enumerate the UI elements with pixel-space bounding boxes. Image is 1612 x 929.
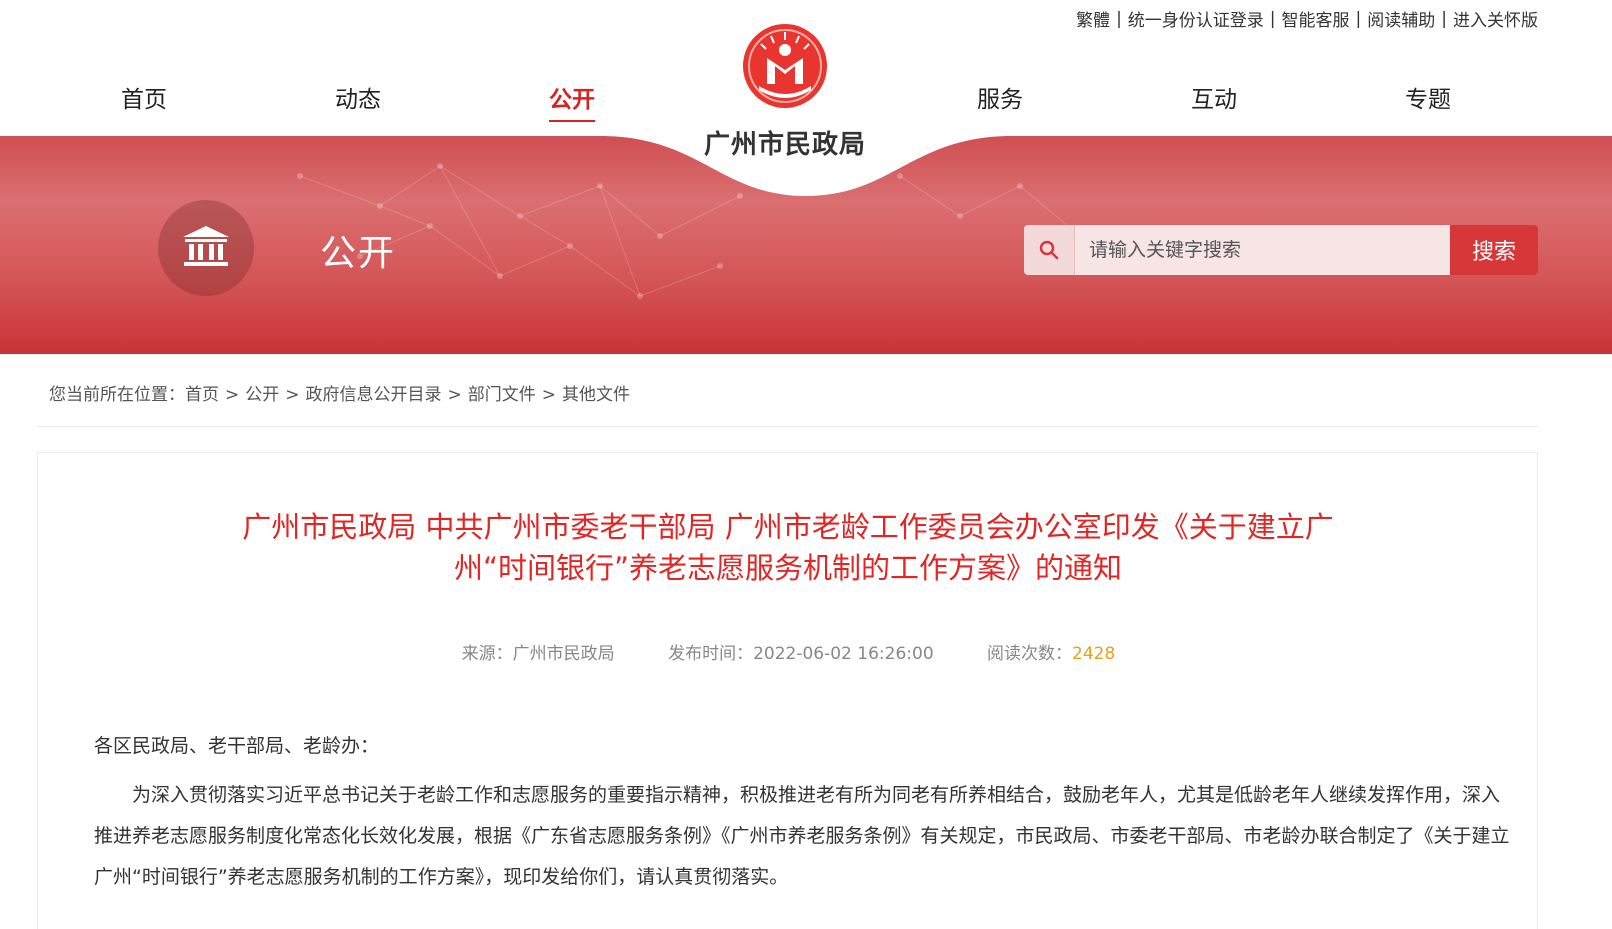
article-meta: 来源：广州市民政局 发布时间：2022-06-02 16:26:00 阅读次数：… bbox=[38, 639, 1539, 664]
article-title: 广州市民政局 中共广州市委老干部局 广州市老龄工作委员会办公室印发《关于建立广 … bbox=[198, 507, 1378, 589]
reading-assist-link[interactable]: 阅读辅助 bbox=[1367, 6, 1435, 31]
government-building-icon bbox=[181, 224, 231, 272]
breadcrumb-catalog[interactable]: 政府信息公开目录 bbox=[306, 385, 442, 405]
article-title-line1: 广州市民政局 中共广州市委老干部局 广州市老龄工作委员会办公室印发《关于建立广 bbox=[242, 510, 1334, 544]
article-paragraph: 为深入贯彻落实习近平总书记关于老龄工作和志愿服务的重要指示精神，积极推进老有所为… bbox=[94, 784, 1510, 888]
article-card: 广州市民政局 中共广州市委老干部局 广州市老龄工作委员会办公室印发《关于建立广 … bbox=[37, 452, 1538, 929]
nav-home[interactable]: 首页 bbox=[84, 80, 204, 114]
logo-text: 广州市民政局 bbox=[703, 130, 866, 160]
breadcrumb-separator: > bbox=[285, 385, 300, 405]
search-button[interactable]: 搜索 bbox=[1450, 225, 1538, 275]
nav-open[interactable]: 公开 bbox=[512, 80, 632, 122]
search-icon[interactable] bbox=[1024, 225, 1075, 275]
breadcrumb-divider bbox=[37, 426, 1538, 427]
view-count: 2428 bbox=[1072, 644, 1116, 664]
breadcrumb-separator: > bbox=[541, 385, 556, 405]
breadcrumb-separator: > bbox=[225, 385, 240, 405]
breadcrumb-separator: > bbox=[447, 385, 462, 405]
search-box: 搜索 bbox=[1024, 225, 1538, 275]
article-title-line2: 州“时间银行”养老志愿服务机制的工作方案》的通知 bbox=[453, 551, 1123, 585]
separator: | bbox=[1355, 8, 1362, 29]
nav-topics[interactable]: 专题 bbox=[1368, 80, 1488, 114]
separator: | bbox=[1441, 8, 1447, 29]
breadcrumb-open[interactable]: 公开 bbox=[245, 385, 279, 405]
site-logo[interactable]: 广州市民政局 bbox=[690, 22, 880, 161]
article-source: 来源：广州市民政局 bbox=[461, 644, 615, 664]
section-icon bbox=[158, 200, 254, 296]
care-mode-link[interactable]: 进入关怀版 bbox=[1453, 6, 1538, 31]
article-views: 阅读次数：2428 bbox=[987, 644, 1116, 664]
separator: | bbox=[1269, 8, 1276, 29]
article-addressee: 各区民政局、老干部局、老龄办： bbox=[94, 735, 380, 757]
nav-news[interactable]: 动态 bbox=[298, 80, 418, 114]
separator: | bbox=[1116, 8, 1122, 29]
nav-interaction[interactable]: 互动 bbox=[1154, 80, 1274, 114]
nav-service[interactable]: 服务 bbox=[940, 80, 1060, 114]
breadcrumb: 您当前所在位置：首页 > 公开 > 政府信息公开目录 > 部门文件 > 其他文件 bbox=[49, 380, 630, 405]
breadcrumb-dept-docs[interactable]: 部门文件 bbox=[468, 385, 536, 405]
breadcrumb-prefix: 您当前所在位置： bbox=[49, 385, 185, 405]
section-banner: 公开 搜索 bbox=[0, 136, 1612, 354]
breadcrumb-home[interactable]: 首页 bbox=[185, 385, 219, 405]
smart-service-link[interactable]: 智能客服 bbox=[1282, 6, 1350, 31]
traditional-chinese-link[interactable]: 繁體 bbox=[1076, 6, 1110, 31]
breadcrumb-other-docs[interactable]: 其他文件 bbox=[562, 385, 630, 405]
section-title: 公开 bbox=[320, 233, 397, 274]
civil-affairs-logo-icon bbox=[741, 22, 829, 110]
unified-login-link[interactable]: 统一身份认证登录 bbox=[1128, 6, 1264, 31]
article-date: 发布时间：2022-06-02 16:26:00 bbox=[668, 644, 934, 664]
utility-bar: 繁體 | 统一身份认证登录 | 智能客服 | 阅读辅助 | 进入关怀版 bbox=[1076, 6, 1538, 32]
search-input[interactable] bbox=[1075, 225, 1450, 275]
